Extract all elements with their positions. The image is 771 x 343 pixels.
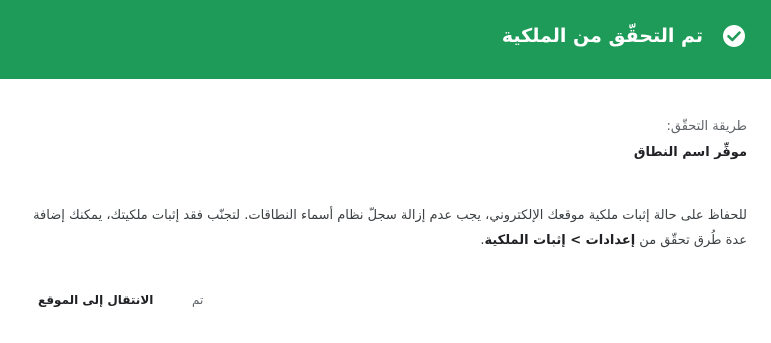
- ownership-path-link: إثبات الملكية: [484, 233, 566, 248]
- settings-path-link: إعدادات: [585, 233, 636, 248]
- verification-method-value: موفِّر اسم النطاق: [633, 145, 747, 160]
- dialog-actions: تم الانتقال إلى الموقع: [24, 293, 747, 313]
- info-text: للحفاظ على حالة إثبات ملكية موقعك الإلكت…: [21, 203, 747, 253]
- info-text-body: للحفاظ على حالة إثبات ملكية موقعك الإلكت…: [33, 208, 747, 248]
- verification-method-label: طريقة التحقّق:: [666, 119, 747, 134]
- path-separator: >: [565, 233, 586, 248]
- check-circle-icon: [721, 23, 747, 49]
- go-to-site-button[interactable]: الانتقال إلى الموقع: [38, 293, 153, 307]
- verification-dialog: تم التحقّق من الملكية طريقة التحقّق: موف…: [0, 0, 771, 343]
- dialog-header: تم التحقّق من الملكية: [0, 0, 771, 79]
- done-button[interactable]: تم: [192, 293, 203, 307]
- dialog-title: تم التحقّق من الملكية: [501, 24, 703, 47]
